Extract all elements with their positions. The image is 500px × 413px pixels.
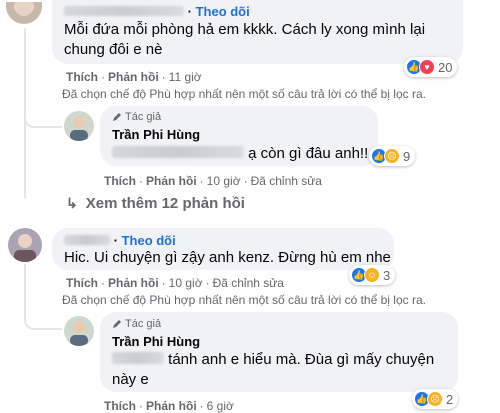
thread-line	[24, 264, 26, 314]
comment-text-line: tánh anh e hiểu mà. Đùa gì mấy chuyện	[168, 351, 435, 368]
commenter-name[interactable]	[64, 235, 110, 245]
author-badge-label: Tác giả	[125, 318, 162, 330]
comment-bubble: Tác giả Trần Phi Hùng ạ còn gì đâu anh!!	[100, 106, 378, 166]
reaction-count: 2	[446, 391, 454, 407]
avatar[interactable]	[64, 111, 94, 141]
timestamp[interactable]: 6 giờ	[207, 399, 234, 413]
avatar[interactable]	[64, 316, 94, 346]
comment-text: ạ còn gì đâu anh!!	[112, 144, 368, 164]
reply-button[interactable]: Phản hồi	[146, 399, 197, 413]
commenter-name-line: · Theo dõi	[64, 233, 176, 248]
commenter-name[interactable]	[64, 6, 184, 16]
author-badge: Tác giả	[112, 111, 161, 123]
thread-curve	[24, 108, 62, 128]
sad-reaction-icon: ☹	[427, 391, 443, 407]
like-button[interactable]: Thích	[104, 399, 136, 413]
follow-link[interactable]: Theo dõi	[122, 233, 176, 248]
reply-arrow-icon: ↳	[66, 195, 78, 211]
comment-actions: Thích · Phản hồi · 11 giờ	[66, 70, 202, 84]
see-more-replies[interactable]: ↳ Xem thêm 12 phản hồi	[66, 195, 245, 212]
commenter-name[interactable]: Trần Phi Hùng	[112, 334, 200, 349]
edited-label: Đã chỉnh sửa	[250, 174, 322, 188]
comment-text-line: này e	[112, 371, 149, 388]
commenter-name[interactable]: Trần Phi Hùng	[112, 127, 200, 142]
comment-actions: Thích · Phản hồi · 6 giờ	[104, 399, 234, 413]
comment-bubble: · Theo dõi Mỗi đứa mỗi phòng hả em kkkk.…	[52, 0, 463, 64]
pen-icon	[113, 320, 121, 328]
reaction-summary[interactable]: 👍 ☹ 9	[369, 146, 416, 166]
comment-text-visible: ạ còn gì đâu anh!!	[248, 145, 369, 162]
filter-notice: Đã chọn chế độ Phù hợp nhất nên một số c…	[62, 87, 426, 101]
filter-notice: Đã chọn chế độ Phù hợp nhất nên một số c…	[62, 293, 426, 307]
blurred-text	[112, 352, 164, 364]
comment-text-line: Mỗi đứa mỗi phòng hả em kkkk. Cách ly xo…	[64, 21, 426, 38]
comment-actions: Thích · Phản hồi · 10 giờ · Đã chỉnh sửa	[104, 174, 322, 188]
haha-reaction-icon: ☺	[364, 267, 380, 283]
reaction-summary[interactable]: 👍 ♥ 20	[404, 57, 458, 77]
comment-text: tánh anh e hiểu mà. Đùa gì mấy chuyện nà…	[112, 350, 434, 390]
avatar[interactable]	[6, 2, 42, 24]
reply-button[interactable]: Phản hồi	[146, 174, 197, 188]
reaction-summary[interactable]: 👍 ☺ 3	[349, 265, 396, 285]
love-reaction-icon: ♥	[419, 59, 435, 75]
reply-button[interactable]: Phản hồi	[108, 276, 159, 290]
like-button[interactable]: Thích	[66, 276, 98, 290]
comment-text: Mỗi đứa mỗi phòng hả em kkkk. Cách ly xo…	[64, 20, 425, 60]
comment-bubble: Tác giả Trần Phi Hùng tánh anh e hiểu mà…	[100, 312, 458, 392]
author-badge: Tác giả	[112, 318, 161, 330]
timestamp[interactable]: 10 giờ	[207, 174, 241, 188]
reaction-count: 20	[438, 59, 453, 75]
reaction-count: 3	[383, 267, 391, 283]
avatar[interactable]	[8, 228, 42, 262]
edited-label: Đã chỉnh sửa	[212, 276, 284, 290]
like-button[interactable]: Thích	[104, 174, 136, 188]
thread-curve	[24, 310, 62, 330]
comment-bubble: · Theo dõi Hic. Ui chuyện gì zậy anh ken…	[52, 228, 394, 270]
follow-link[interactable]: Theo dõi	[196, 4, 250, 19]
sad-reaction-icon: ☹	[384, 148, 400, 164]
timestamp[interactable]: 10 giờ	[169, 276, 203, 290]
author-badge-label: Tác giả	[125, 111, 162, 123]
see-more-label: Xem thêm 12 phản hồi	[85, 195, 245, 212]
blurred-text	[112, 146, 244, 158]
reaction-summary[interactable]: 👍 ☹ 2	[412, 389, 459, 409]
pen-icon	[113, 113, 121, 121]
reply-button[interactable]: Phản hồi	[108, 70, 159, 84]
reaction-count: 9	[403, 148, 411, 164]
like-button[interactable]: Thích	[66, 70, 98, 84]
commenter-name-line: · Theo dõi	[64, 4, 250, 19]
comment-text: Hic. Ui chuyện gì zậy anh kenz. Đừng hù …	[64, 249, 391, 266]
comment-actions: Thích · Phản hồi · 10 giờ · Đã chỉnh sửa	[66, 276, 284, 290]
comment-text-line: chung đôi e nè	[64, 41, 163, 58]
timestamp[interactable]: 11 giờ	[169, 70, 202, 84]
